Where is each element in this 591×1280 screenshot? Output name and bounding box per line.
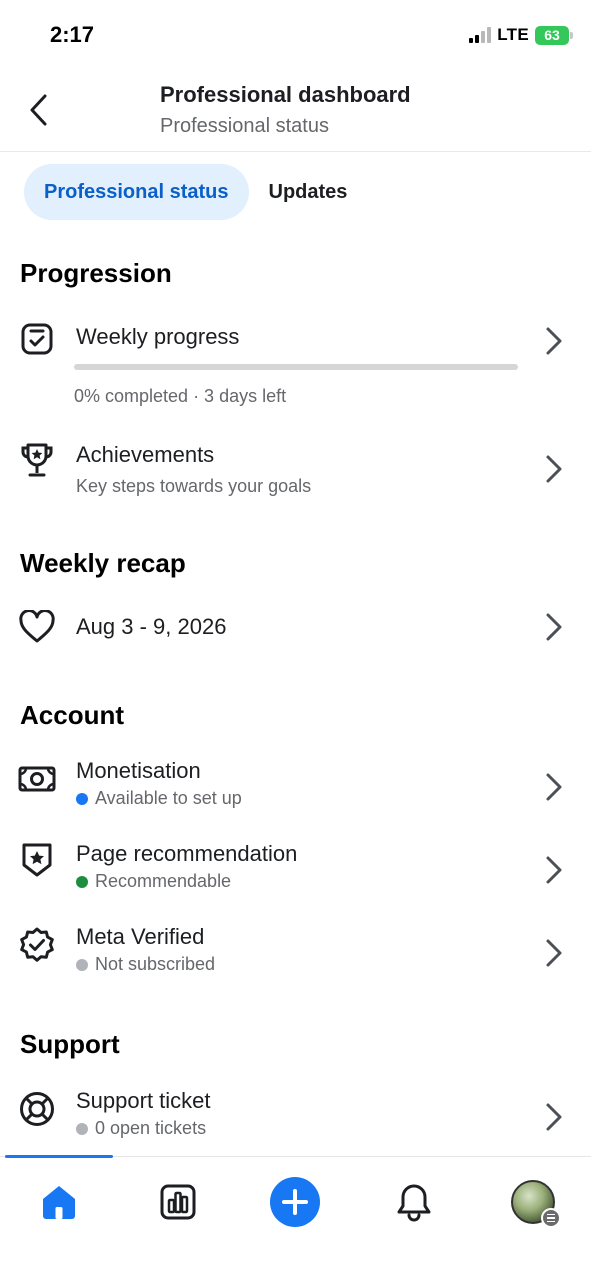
- star-shield-icon: [18, 841, 56, 879]
- monetisation-status: Available to set up: [76, 788, 242, 809]
- active-tab-indicator: [5, 1155, 113, 1158]
- page-recommendation-status: Recommendable: [76, 871, 231, 892]
- status-dot: [76, 958, 88, 971]
- nav-profile[interactable]: [508, 1177, 561, 1228]
- achievements-subtitle: Key steps towards your goals: [76, 476, 312, 496]
- achievements-label: Achievements: [76, 442, 215, 467]
- support-ticket-label: Support ticket: [76, 1088, 211, 1113]
- money-icon: [18, 760, 56, 798]
- status-time: 2:17: [50, 22, 95, 47]
- heart-icon: [18, 608, 56, 646]
- support-ticket-status: 0 open tickets: [76, 1118, 206, 1139]
- weekly-progress-bar: [74, 364, 518, 370]
- nav-insights[interactable]: [153, 1177, 203, 1227]
- network-type: LTE: [497, 25, 529, 44]
- header: Professional dashboard Professional stat…: [0, 70, 591, 152]
- weekly-progress-label: Weekly progress: [76, 324, 240, 349]
- professional-dashboard-screen: 2:17 LTE 63 Professional dashboard Profe…: [0, 0, 591, 1280]
- nav-create[interactable]: [270, 1177, 320, 1227]
- tab-bar: Professional status Updates: [24, 164, 367, 220]
- chevron-left-icon: [30, 94, 47, 126]
- chevron-right-icon: [543, 770, 565, 804]
- nav-home[interactable]: [34, 1177, 84, 1227]
- chevron-right-icon: [543, 452, 565, 486]
- section-title-account: Account: [20, 700, 124, 730]
- meta-verified-status-text: Not subscribed: [95, 954, 216, 974]
- insights-icon: [160, 1184, 196, 1220]
- achievements-row[interactable]: Achievements Key steps towards your goal…: [0, 438, 591, 508]
- monetisation-row[interactable]: Monetisation Available to set up: [0, 756, 591, 816]
- bottom-navigation: [0, 1155, 591, 1280]
- weekly-recap-row[interactable]: Aug 3 - 9, 2026: [0, 606, 591, 650]
- page-subtitle: Professional status: [160, 115, 329, 137]
- checklist-icon: [18, 320, 56, 358]
- section-title-support: Support: [20, 1029, 120, 1059]
- chevron-right-icon: [543, 1100, 565, 1134]
- status-dot: [76, 875, 88, 888]
- chevron-right-icon: [543, 936, 565, 970]
- signal-icon: [469, 27, 492, 43]
- monetisation-label: Monetisation: [76, 758, 201, 783]
- lifebuoy-icon: [18, 1090, 56, 1128]
- chevron-right-icon: [543, 324, 565, 358]
- weekly-progress-status: 0% completed · 3 days left: [74, 386, 287, 406]
- support-ticket-row[interactable]: Support ticket 0 open tickets: [0, 1086, 591, 1146]
- nav-notifications[interactable]: [389, 1177, 439, 1227]
- trophy-icon: [18, 442, 56, 480]
- create-icon: [270, 1177, 320, 1227]
- status-dot: [76, 1122, 88, 1135]
- verified-badge-icon: [18, 926, 56, 964]
- profile-avatar: [511, 1180, 561, 1228]
- weekly-recap-range: Aug 3 - 9, 2026: [76, 614, 227, 639]
- tab-updates[interactable]: Updates: [249, 164, 368, 220]
- battery-level: 63: [544, 27, 560, 43]
- meta-verified-label: Meta Verified: [76, 924, 205, 949]
- section-title-progression: Progression: [20, 258, 172, 288]
- weekly-progress-row[interactable]: Weekly progress 0% completed · 3 days le…: [0, 316, 591, 416]
- section-title-weekly-recap: Weekly recap: [20, 548, 186, 578]
- chevron-right-icon: [543, 610, 565, 644]
- tab-professional-status[interactable]: Professional status: [24, 164, 249, 220]
- chevron-right-icon: [543, 853, 565, 887]
- monetisation-status-text: Available to set up: [95, 788, 242, 808]
- page-recommendation-label: Page recommendation: [76, 841, 298, 866]
- back-button[interactable]: [18, 88, 58, 132]
- menu-icon: [541, 1208, 561, 1228]
- support-ticket-status-text: 0 open tickets: [95, 1118, 207, 1138]
- bell-icon: [397, 1184, 431, 1222]
- meta-verified-row[interactable]: Meta Verified Not subscribed: [0, 922, 591, 982]
- status-bar: 2:17 LTE 63: [0, 0, 591, 70]
- status-indicators: LTE 63: [469, 25, 573, 45]
- status-dot: [76, 792, 88, 805]
- page-recommendation-row[interactable]: Page recommendation Recommendable: [0, 839, 591, 899]
- page-recommendation-status-text: Recommendable: [95, 871, 232, 891]
- page-title: Professional dashboard: [160, 82, 411, 107]
- meta-verified-status: Not subscribed: [76, 954, 215, 975]
- battery-icon: 63: [535, 25, 573, 45]
- home-icon: [43, 1186, 75, 1219]
